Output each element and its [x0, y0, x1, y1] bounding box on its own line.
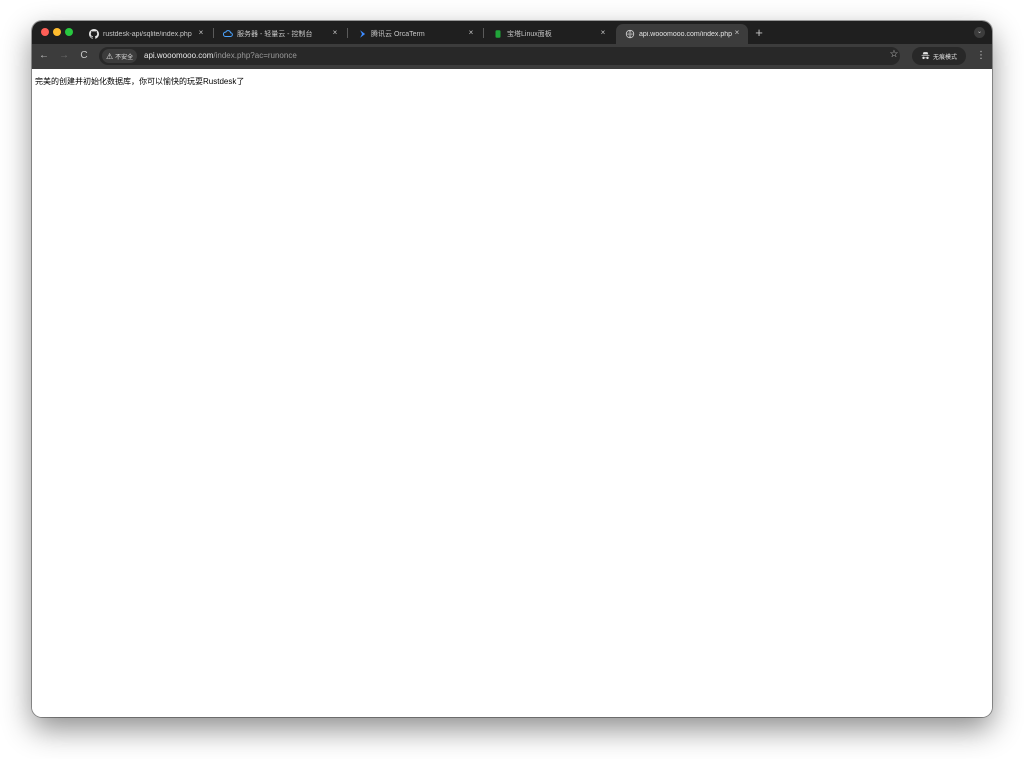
tab-title: 服务器 - 轻量云 - 控制台	[237, 31, 313, 38]
page-content: 完美的创建并初始化数据库，你可以愉快的玩耍Rustdesk了	[32, 69, 992, 717]
url-text[interactable]: api.wooomooo.com/index.php?ac=runonce	[144, 51, 297, 60]
cloud-icon	[223, 29, 233, 39]
browser-toolbar: ← → C ⚠ 不安全 api.wooomooo.com/index.php?a…	[32, 44, 992, 69]
tab-strip: rustdesk-api/sqlite/index.php × 服务器 - 轻量…	[32, 21, 992, 44]
back-button[interactable]: ←	[38, 50, 50, 62]
globe-icon	[625, 29, 635, 39]
security-label: 不安全	[115, 54, 134, 61]
incognito-icon	[921, 51, 930, 62]
minimize-window-button[interactable]	[53, 28, 61, 36]
incognito-indicator[interactable]: 无痕模式	[912, 47, 966, 65]
reload-button[interactable]: C	[78, 50, 90, 62]
tab-title: rustdesk-api/sqlite/index.php	[103, 30, 192, 38]
baota-icon	[493, 29, 503, 39]
url-path: /index.php?ac=runonce	[213, 51, 297, 60]
tab-title: 腾讯云 OrcaTerm	[371, 31, 425, 38]
tab-api-wooomooo-active[interactable]: api.wooomooo.com/index.php ×	[616, 24, 748, 44]
tab-search-menu-button[interactable]: ⌄	[974, 27, 985, 38]
tab-orcaterm[interactable]: 腾讯云 OrcaTerm ×	[348, 24, 482, 44]
warning-icon: ⚠	[106, 51, 114, 61]
maximize-window-button[interactable]	[65, 28, 73, 36]
tab-title: 宝塔Linux面板	[507, 31, 552, 38]
tab-close-button[interactable]: ×	[732, 28, 742, 38]
tab-close-button[interactable]: ×	[598, 28, 608, 38]
page-message: 完美的创建并初始化数据库，你可以愉快的玩耍Rustdesk了	[35, 77, 245, 86]
tab-close-button[interactable]: ×	[330, 28, 340, 38]
orcaterm-icon	[357, 29, 367, 39]
security-indicator[interactable]: ⚠ 不安全	[102, 49, 138, 63]
address-bar[interactable]: ⚠ 不安全 api.wooomooo.com/index.php?ac=runo…	[99, 47, 900, 65]
bookmark-star-icon[interactable]: ☆	[888, 49, 900, 61]
tab-rustdesk-sqlite[interactable]: rustdesk-api/sqlite/index.php ×	[80, 24, 212, 44]
new-tab-button[interactable]: +	[752, 24, 766, 42]
browser-menu-button[interactable]: ⋮	[976, 49, 986, 63]
close-window-button[interactable]	[41, 28, 49, 36]
tab-close-button[interactable]: ×	[466, 28, 476, 38]
forward-button[interactable]: →	[58, 50, 70, 62]
browser-window: rustdesk-api/sqlite/index.php × 服务器 - 轻量…	[32, 21, 992, 717]
github-icon	[89, 29, 99, 39]
url-host: api.wooomooo.com	[144, 51, 214, 60]
tab-baota-panel[interactable]: 宝塔Linux面板 ×	[484, 24, 614, 44]
tab-server-console[interactable]: 服务器 - 轻量云 - 控制台 ×	[214, 24, 346, 44]
tab-close-button[interactable]: ×	[196, 28, 206, 38]
window-controls	[41, 28, 73, 36]
incognito-label: 无痕模式	[932, 54, 957, 61]
tab-title: api.wooomooo.com/index.php	[639, 30, 733, 38]
